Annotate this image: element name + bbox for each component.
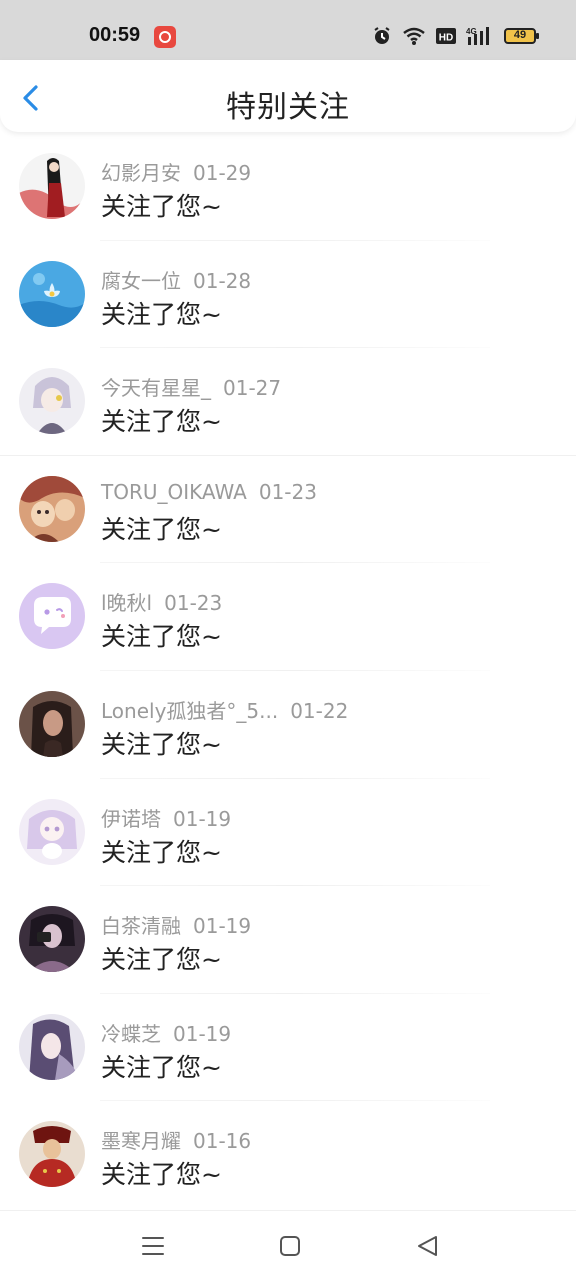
avatar[interactable] bbox=[19, 690, 85, 757]
item-message: 关注了您~ bbox=[101, 1160, 222, 1190]
list-item[interactable]: Lonely孤独者°_5... 01-22 关注了您~ bbox=[0, 671, 576, 779]
alarm-icon bbox=[374, 27, 390, 44]
item-message: 关注了您~ bbox=[101, 1052, 222, 1082]
avatar[interactable] bbox=[19, 906, 85, 973]
avatar[interactable] bbox=[19, 153, 85, 219]
item-message: 关注了您~ bbox=[101, 729, 222, 759]
avatar[interactable] bbox=[19, 798, 85, 865]
follow-date: 01-22 bbox=[290, 698, 349, 723]
item-meta: l晚秋l 01-23 bbox=[101, 587, 222, 616]
item-meta: 伊诺塔 01-19 bbox=[101, 803, 231, 832]
status-bar: 00:59 HD 4G 49 bbox=[0, 0, 576, 60]
user-name[interactable]: 墨寒月耀 bbox=[101, 1129, 181, 1153]
avatar[interactable] bbox=[19, 368, 85, 435]
user-name[interactable]: 今天有星星_ bbox=[101, 376, 211, 400]
status-icons: HD 4G 49 bbox=[372, 23, 539, 49]
user-name[interactable]: 腐女一位 bbox=[101, 269, 181, 293]
item-message: 关注了您~ bbox=[101, 299, 222, 329]
item-message: 关注了您~ bbox=[101, 622, 222, 652]
list-item[interactable]: 白茶清融 01-19 关注了您~ bbox=[0, 886, 576, 994]
hd-icon: HD bbox=[436, 28, 456, 44]
item-message: 关注了您~ bbox=[101, 945, 222, 975]
item-meta: 腐女一位 01-28 bbox=[101, 265, 251, 294]
follow-date: 01-16 bbox=[193, 1129, 252, 1154]
avatar[interactable] bbox=[19, 1121, 85, 1188]
list-item[interactable]: TORU_OIKAWA 01-23 关注了您~ bbox=[0, 456, 576, 564]
avatar[interactable] bbox=[19, 475, 85, 542]
page-title: 特别关注 bbox=[226, 90, 350, 125]
app-notification-icon bbox=[154, 26, 176, 48]
svg-text:HD: HD bbox=[439, 33, 453, 44]
wifi-icon bbox=[403, 27, 425, 45]
avatar[interactable] bbox=[19, 1013, 85, 1080]
follow-date: 01-29 bbox=[193, 161, 252, 185]
menu-icon[interactable] bbox=[140, 1233, 166, 1259]
back-triangle-icon[interactable] bbox=[415, 1233, 441, 1259]
avatar[interactable] bbox=[19, 583, 85, 650]
list-item[interactable]: l晚秋l 01-23 关注了您~ bbox=[0, 563, 576, 671]
list-item[interactable]: 腐女一位 01-28 关注了您~ bbox=[0, 241, 576, 349]
item-meta: 白茶清融 01-19 bbox=[101, 910, 251, 939]
item-meta: 墨寒月耀 01-16 bbox=[101, 1125, 251, 1154]
item-message: 关注了您~ bbox=[101, 407, 222, 437]
special-follow-list: 幻影月安 01-29 关注了您~ 腐女一位 01-28 关注了您~ 今天有星星_… bbox=[0, 133, 576, 1209]
battery-level: 49 bbox=[513, 29, 527, 41]
user-name[interactable]: TORU_OIKAWA bbox=[101, 480, 247, 504]
follow-date: 01-27 bbox=[223, 376, 282, 401]
system-nav-bar bbox=[0, 1210, 576, 1281]
user-name[interactable]: l晚秋l bbox=[101, 591, 152, 615]
follow-date: 01-19 bbox=[173, 806, 232, 831]
follow-date: 01-23 bbox=[164, 591, 223, 616]
follow-date: 01-28 bbox=[193, 268, 252, 293]
4g-signal-icon: 4G bbox=[466, 27, 489, 45]
header-bar: 特别关注 bbox=[0, 60, 576, 132]
battery-icon: 49 bbox=[504, 28, 539, 44]
list-item[interactable]: 冷蝶芝 01-19 关注了您~ bbox=[0, 994, 576, 1102]
list-item[interactable]: 今天有星星_ 01-27 关注了您~ bbox=[0, 348, 576, 456]
list-item[interactable]: 幻影月安 01-29 关注了您~ bbox=[0, 133, 576, 241]
item-meta: 今天有星星_ 01-27 bbox=[101, 372, 281, 401]
item-meta: TORU_OIKAWA 01-23 bbox=[101, 480, 317, 504]
follow-date: 01-19 bbox=[193, 914, 252, 939]
list-item[interactable]: 墨寒月耀 01-16 关注了您~ bbox=[0, 1101, 576, 1209]
user-name[interactable]: 伊诺塔 bbox=[101, 807, 161, 831]
item-message: 关注了您~ bbox=[101, 514, 222, 544]
user-name[interactable]: 白茶清融 bbox=[101, 914, 181, 938]
item-meta: Lonely孤独者°_5... 01-22 bbox=[101, 695, 348, 724]
follow-date: 01-19 bbox=[173, 1021, 232, 1046]
home-square-icon[interactable] bbox=[277, 1233, 303, 1259]
item-message: 关注了您~ bbox=[101, 192, 222, 221]
avatar[interactable] bbox=[19, 260, 85, 327]
user-name[interactable]: Lonely孤独者°_5... bbox=[101, 699, 278, 723]
item-meta: 冷蝶芝 01-19 bbox=[101, 1018, 231, 1047]
user-name[interactable]: 冷蝶芝 bbox=[101, 1022, 161, 1046]
item-meta: 幻影月安 01-29 bbox=[101, 157, 251, 186]
follow-date: 01-23 bbox=[258, 479, 317, 504]
user-name[interactable]: 幻影月安 bbox=[101, 161, 181, 185]
item-message: 关注了您~ bbox=[101, 837, 222, 867]
list-item[interactable]: 伊诺塔 01-19 关注了您~ bbox=[0, 779, 576, 887]
status-time: 00:59 bbox=[89, 24, 141, 46]
